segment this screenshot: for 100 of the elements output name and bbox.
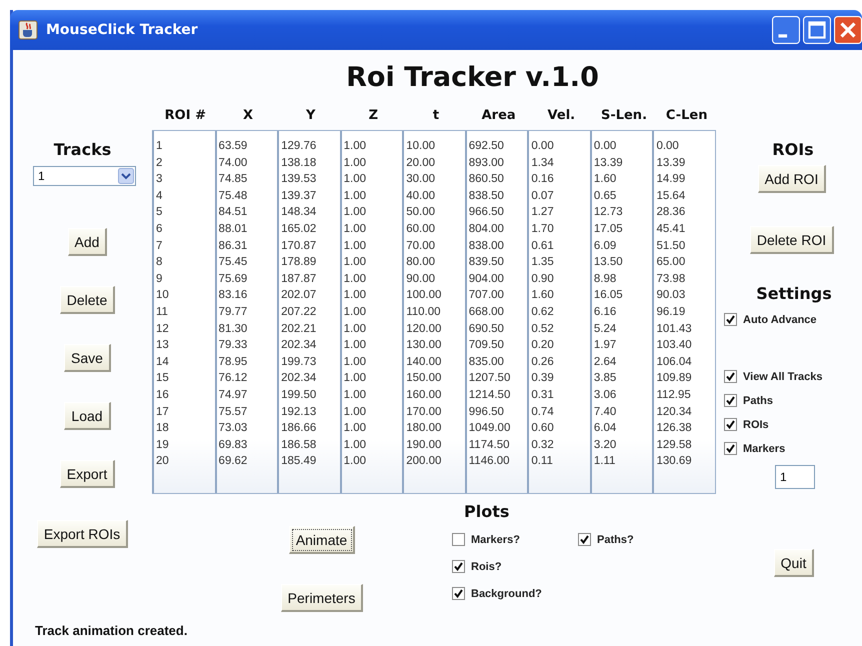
checkbox[interactable] xyxy=(578,533,591,546)
roi-button[interactable]: Delete ROI xyxy=(750,226,834,254)
checkbox-label[interactable]: Auto Advance xyxy=(743,314,817,326)
table-cell-text: 202.34 xyxy=(280,371,318,386)
table-cell-text: 180.00 xyxy=(405,421,442,436)
checkbox[interactable] xyxy=(724,313,737,326)
table-cell-text: 0.11 xyxy=(530,454,554,470)
roi-button[interactable]: Add ROI xyxy=(758,165,826,193)
checkbox-label[interactable]: View All Tracks xyxy=(743,370,822,382)
table-cell-text: 60.00 xyxy=(405,222,436,237)
table-cell-text: 13.50 xyxy=(592,255,624,270)
table-cell-text: 1.34 xyxy=(530,156,555,171)
table-cell-text: 17.05 xyxy=(592,222,624,237)
table-cell-text: 0.60 xyxy=(530,421,555,436)
table-cell-text: 75.45 xyxy=(218,255,248,270)
table-cell-text: 83.16 xyxy=(218,288,248,304)
table-cell-text: 139.53 xyxy=(280,172,318,188)
table-cell-text: 668.00 xyxy=(468,304,505,320)
table-cell-text: 120.00 xyxy=(405,322,442,337)
checkbox-label[interactable]: Paths? xyxy=(597,534,634,546)
table-cell-text: 1.60 xyxy=(530,288,555,304)
table-cell-text: 148.34 xyxy=(280,205,318,220)
table-cell-text: 0.00 xyxy=(655,139,680,154)
section-title: Plots xyxy=(464,502,510,521)
table-cell-text: 692.50 xyxy=(468,139,505,154)
checkbox-label[interactable]: Markers xyxy=(743,442,786,454)
table-cell-text: 139.37 xyxy=(280,188,318,204)
track-action-button[interactable]: Save xyxy=(64,344,111,372)
checkbox[interactable] xyxy=(724,394,737,407)
table-cell-text: 1 xyxy=(155,139,164,154)
track-action-button[interactable]: Add xyxy=(68,228,108,256)
table-cell-text: 18 xyxy=(155,421,170,436)
close-icon[interactable] xyxy=(834,16,862,44)
quit-button[interactable]: Quit xyxy=(774,549,814,577)
track-action-button[interactable]: Load xyxy=(64,402,111,430)
table-cell-text: 14.99 xyxy=(655,172,686,188)
table-cell-text: 170.00 xyxy=(405,404,442,420)
checkbox-label[interactable]: Rois? xyxy=(471,560,502,572)
table-cell-text: 0.00 xyxy=(530,139,555,154)
table-cell-text: 79.33 xyxy=(218,338,248,354)
table-cell-text: 129.58 xyxy=(655,438,693,453)
section-title: Tracks xyxy=(54,140,112,159)
table-cell-text: 5 xyxy=(155,205,164,220)
column-header: ROI # xyxy=(164,108,207,125)
checkbox-label[interactable]: Paths xyxy=(743,394,773,406)
table-cell-text: 19 xyxy=(155,438,170,453)
column-header: Vel. xyxy=(546,108,576,125)
track-action-button[interactable]: Delete xyxy=(60,286,116,314)
table-cell-text: 74.00 xyxy=(218,156,248,171)
table-cell-text: 1049.00 xyxy=(468,421,512,436)
checkbox[interactable] xyxy=(452,587,465,600)
table-cell-text: 199.73 xyxy=(280,354,318,370)
table-cell-text: 1207.50 xyxy=(468,371,512,386)
table-cell-text: 15 xyxy=(155,371,170,386)
plot-button[interactable]: Animate xyxy=(288,526,356,554)
table-cell-text: 74.97 xyxy=(218,388,248,403)
table-cell-text: 106.04 xyxy=(655,354,693,370)
checkbox[interactable] xyxy=(724,370,737,383)
table-cell-text: 1.00 xyxy=(342,172,368,188)
table-cell-text: 73.03 xyxy=(218,421,248,436)
table-cell-text: 1.00 xyxy=(342,139,368,154)
table-cell-text: 109.89 xyxy=(655,371,693,386)
table-cell-text: 170.87 xyxy=(280,238,318,254)
table-cell-text: 1.00 xyxy=(342,288,368,304)
checkbox[interactable] xyxy=(724,418,737,431)
table-cell-text: 8.98 xyxy=(592,272,618,287)
table-cell-text: 838.00 xyxy=(468,238,505,254)
table-cell-text: 112.95 xyxy=(655,388,692,403)
section-title: ROIs xyxy=(772,140,814,159)
table-cell-text: 185.49 xyxy=(280,454,318,470)
table-cell-text: 1.00 xyxy=(342,421,368,436)
checkbox-label[interactable]: ROIs xyxy=(743,418,769,430)
table-cell-text: 1.00 xyxy=(342,156,368,171)
checkbox[interactable] xyxy=(724,442,737,455)
table-cell-text: 192.13 xyxy=(280,404,318,420)
checkbox[interactable] xyxy=(452,560,465,573)
track-dropdown[interactable]: 1 xyxy=(33,166,136,186)
track-action-button[interactable]: Export xyxy=(60,460,116,488)
table-cell-text: 839.50 xyxy=(468,255,505,270)
table-cell-text: 129.76 xyxy=(280,139,318,154)
table-cell-text: 13.39 xyxy=(592,156,624,171)
table-cell-text: 8 xyxy=(155,255,164,270)
markers-field[interactable]: 1 xyxy=(775,465,815,489)
minimize-icon[interactable] xyxy=(772,16,800,44)
checkbox-label[interactable]: Background? xyxy=(471,588,542,600)
checkbox[interactable] xyxy=(452,533,465,546)
table-cell-text: 1.00 xyxy=(342,205,368,220)
table-cell-text: 202.21 xyxy=(280,322,318,337)
track-action-button[interactable]: Export ROIs xyxy=(36,520,128,548)
section-title: Settings xyxy=(756,284,832,303)
table-cell-text: 165.02 xyxy=(280,222,318,237)
status-message: Track animation created. xyxy=(34,623,188,640)
maximize-icon[interactable] xyxy=(803,16,831,44)
table-cell-text: 13.39 xyxy=(655,156,686,171)
plot-button[interactable]: Perimeters xyxy=(280,584,364,612)
app-heading: Roi Tracker v.1.0 xyxy=(346,62,599,94)
checkbox-label[interactable]: Markers? xyxy=(471,534,520,546)
table-cell-text: 199.50 xyxy=(280,388,318,403)
table-cell-text: 12.73 xyxy=(592,205,624,220)
table-cell-text: 12 xyxy=(155,322,170,337)
